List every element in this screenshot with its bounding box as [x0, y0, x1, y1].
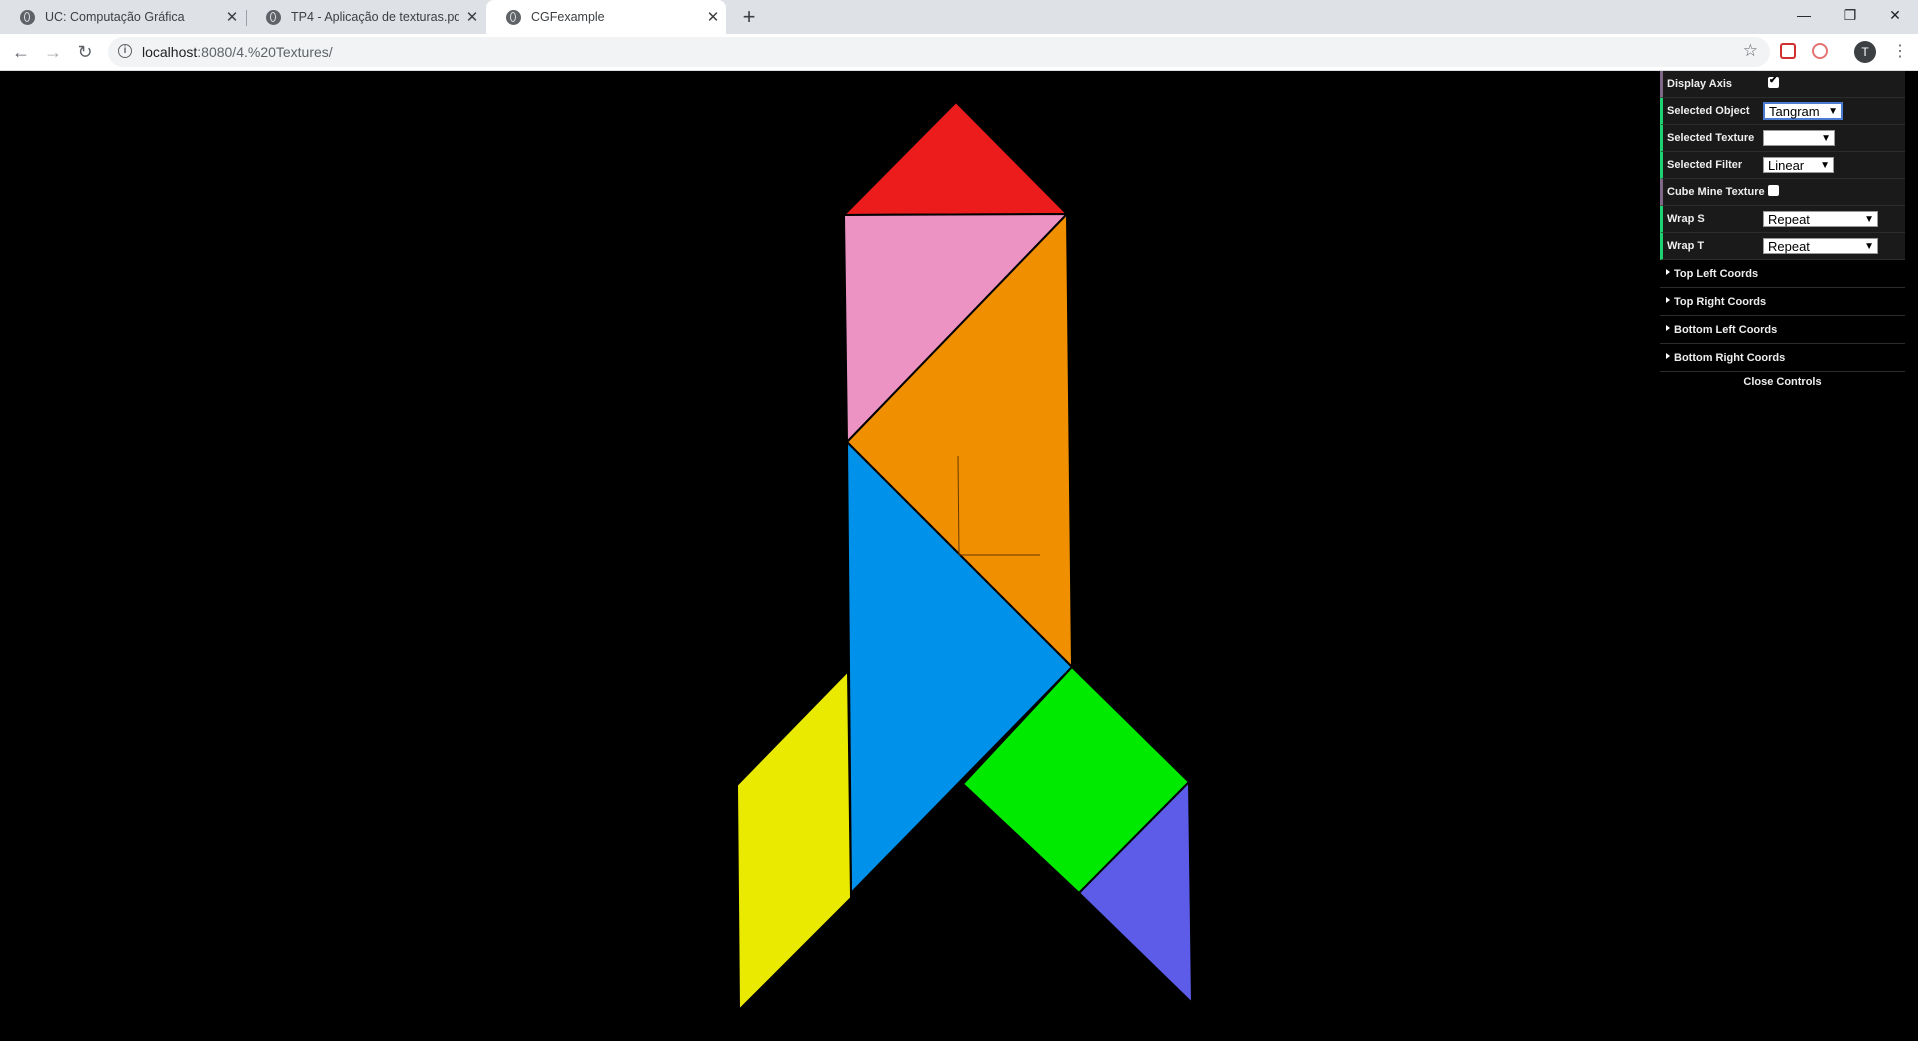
globe-icon — [506, 9, 521, 25]
globe-icon — [266, 9, 281, 25]
selected-object-label: Selected Object — [1667, 105, 1750, 117]
selected-filter-row: Selected Filter Linear ▼ — [1660, 152, 1905, 179]
bookmark-star-icon[interactable]: ☆ — [1743, 41, 1758, 61]
new-tab-button[interactable]: + — [736, 4, 762, 30]
dropdown-arrow-icon: ▼ — [1820, 160, 1830, 171]
selected-texture-label: Selected Texture — [1667, 132, 1755, 144]
folder-bottom-left-coords[interactable]: Bottom Left Coords — [1660, 316, 1905, 344]
tab-title: CGFexample — [531, 10, 605, 24]
selected-texture-row: Selected Texture ▼ — [1660, 125, 1905, 152]
tab-tp4-pdf[interactable]: TP4 - Aplicação de texturas.pdf ✕ — [246, 0, 485, 34]
triangle-right-icon — [1666, 325, 1670, 331]
folder-bottom-right-coords[interactable]: Bottom Right Coords — [1660, 344, 1905, 372]
webgl-canvas[interactable] — [0, 71, 1918, 1036]
close-window-button[interactable]: ✕ — [1872, 0, 1918, 30]
tangram-scene — [736, 101, 1193, 1011]
wrap-s-row: Wrap S Repeat ▼ — [1660, 206, 1905, 233]
selected-filter-select[interactable]: Linear ▼ — [1763, 157, 1834, 173]
extension-pocket-icon[interactable] — [1780, 43, 1796, 59]
profile-avatar[interactable]: T — [1854, 41, 1876, 63]
wrap-s-select[interactable]: Repeat ▼ — [1763, 211, 1878, 227]
display-axis-label: Display Axis — [1667, 78, 1733, 90]
tab-strip: UC: Computação Gráfica ✕ TP4 - Aplicação… — [0, 0, 1918, 34]
close-tab-icon[interactable]: ✕ — [219, 8, 245, 26]
wrap-t-row: Wrap T Repeat ▼ — [1660, 233, 1905, 260]
info-icon[interactable]: i — [118, 44, 132, 58]
folder-top-right-coords[interactable]: Top Right Coords — [1660, 288, 1905, 316]
cube-mine-texture-checkbox[interactable] — [1768, 185, 1779, 196]
yellow-parallelogram — [736, 670, 852, 1011]
triangle-right-icon — [1666, 297, 1670, 303]
wrap-t-label: Wrap T — [1667, 240, 1705, 252]
reload-button[interactable]: ↻ — [71, 38, 99, 66]
cube-mine-texture-row: Cube Mine Texture — [1660, 179, 1905, 206]
globe-icon — [20, 9, 35, 25]
dropdown-arrow-icon: ▼ — [1821, 133, 1831, 144]
address-bar[interactable]: i localhost:8080/4.%20Textures/ ☆ — [108, 37, 1770, 67]
back-button[interactable]: ← — [7, 38, 35, 66]
forward-button[interactable]: → — [39, 38, 67, 66]
folder-top-left-coords[interactable]: Top Left Coords — [1660, 260, 1905, 288]
close-tab-icon[interactable]: ✕ — [700, 8, 726, 26]
close-controls-button[interactable]: Close Controls — [1660, 372, 1905, 392]
tab-uc-computacao[interactable]: UC: Computação Gráfica ✕ — [0, 0, 245, 34]
dropdown-arrow-icon: ▼ — [1828, 106, 1838, 117]
triangle-right-icon — [1666, 353, 1670, 359]
tab-cgfexample[interactable]: CGFexample ✕ — [486, 0, 726, 34]
tab-title: TP4 - Aplicação de texturas.pdf — [291, 10, 459, 24]
selected-object-select[interactable]: Tangram ▼ — [1763, 102, 1843, 120]
display-axis-row: Display Axis — [1660, 71, 1905, 98]
tab-title: UC: Computação Gráfica — [45, 10, 185, 24]
cube-mine-texture-label: Cube Mine Texture — [1667, 186, 1765, 198]
display-axis-checkbox[interactable] — [1768, 75, 1779, 88]
url-text[interactable]: localhost:8080/4.%20Textures/ — [142, 44, 333, 60]
dropdown-arrow-icon: ▼ — [1864, 214, 1874, 225]
selected-object-row: Selected Object Tangram ▼ — [1660, 98, 1905, 125]
minimize-button[interactable]: — — [1781, 0, 1827, 30]
controls-panel: Display Axis Selected Object Tangram▼ Se… — [1660, 71, 1905, 392]
selected-filter-label: Selected Filter — [1667, 159, 1743, 171]
red-triangle — [843, 101, 1068, 216]
dropdown-arrow-icon: ▼ — [1864, 241, 1874, 252]
wrap-t-select[interactable]: Repeat ▼ — [1763, 238, 1878, 254]
wrap-s-label: Wrap S — [1667, 213, 1705, 225]
browser-menu-icon[interactable]: ⋮ — [1892, 41, 1908, 61]
close-tab-icon[interactable]: ✕ — [459, 8, 485, 26]
browser-toolbar: ← → ↻ i localhost:8080/4.%20Textures/ ☆ … — [0, 34, 1918, 71]
selected-texture-select[interactable]: ▼ — [1763, 130, 1835, 146]
maximize-button[interactable]: ❐ — [1827, 0, 1873, 30]
extension-pdf-icon[interactable] — [1812, 43, 1828, 59]
triangle-right-icon — [1666, 269, 1670, 275]
